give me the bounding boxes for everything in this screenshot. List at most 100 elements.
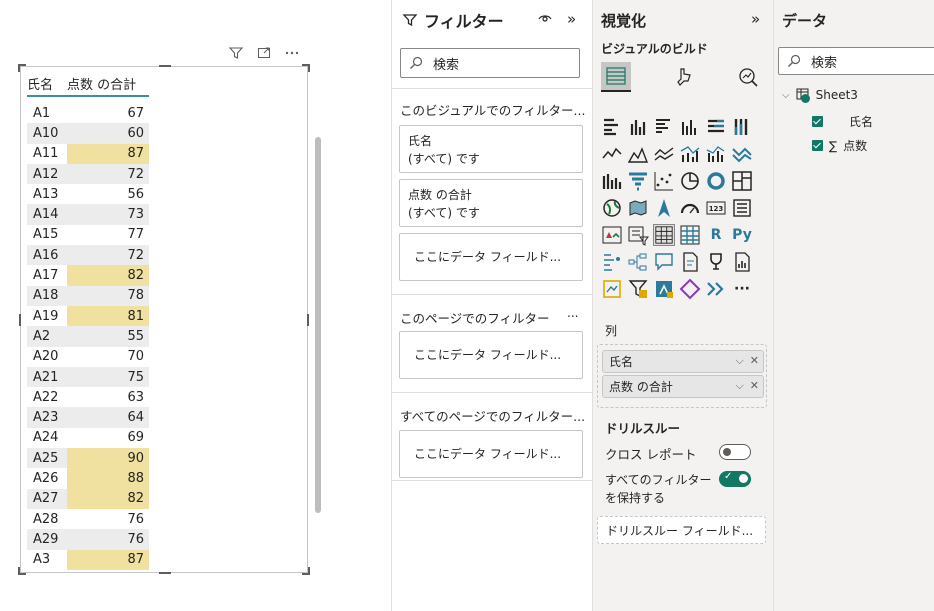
field-pill-score[interactable]: 点数 の合計 ⌵ ✕ bbox=[602, 375, 764, 398]
table-row[interactable]: A10 60 bbox=[27, 123, 149, 144]
slicer-icon[interactable] bbox=[627, 224, 649, 246]
ribbon-chart-icon[interactable] bbox=[731, 143, 753, 165]
more-options-icon[interactable] bbox=[284, 45, 300, 61]
map-icon[interactable] bbox=[601, 197, 623, 219]
power-automate-icon[interactable] bbox=[627, 278, 649, 300]
all-pages-filter-drop-zone[interactable]: ここにデータ フィールド... bbox=[399, 430, 583, 478]
column-header-score[interactable]: 点数 の合計 bbox=[67, 74, 136, 93]
table-row[interactable]: A11 87 bbox=[27, 143, 149, 164]
custom-visual-icon[interactable] bbox=[653, 278, 675, 300]
field-pill-name[interactable]: 氏名 ⌵ ✕ bbox=[602, 350, 764, 373]
table-row[interactable]: A1 67 bbox=[27, 103, 149, 123]
multirow-card-icon[interactable] bbox=[731, 197, 753, 219]
pie-icon[interactable] bbox=[679, 170, 701, 192]
100pct-bar-icon[interactable] bbox=[705, 116, 727, 138]
table-row[interactable]: A3 87 bbox=[27, 549, 149, 570]
table-node-sheet3[interactable]: ⌵ Sheet3 bbox=[782, 88, 858, 103]
drillthrough-field-well[interactable]: ドリルスルー フィールド... bbox=[597, 516, 766, 544]
stacked-area-icon[interactable] bbox=[653, 143, 675, 165]
diamond-visual-icon[interactable] bbox=[679, 278, 701, 300]
stacked-bar-icon[interactable] bbox=[601, 116, 623, 138]
donut-icon[interactable] bbox=[705, 170, 727, 192]
table-row[interactable]: A26 88 bbox=[27, 468, 149, 489]
columns-well[interactable]: 氏名 ⌵ ✕ 点数 の合計 ⌵ ✕ bbox=[597, 344, 767, 408]
table-row[interactable]: A2 55 bbox=[27, 326, 149, 347]
resize-handle-bl-v[interactable] bbox=[18, 567, 20, 575]
table-row[interactable]: A18 78 bbox=[27, 285, 149, 306]
resize-handle-bottom[interactable] bbox=[159, 572, 171, 574]
analytics-tab-icon[interactable] bbox=[733, 62, 763, 92]
kpi-icon[interactable] bbox=[601, 224, 623, 246]
chevron-down-icon[interactable]: ⌵ bbox=[735, 354, 743, 368]
clustered-bar-icon[interactable] bbox=[653, 116, 675, 138]
keep-filters-toggle[interactable]: ✓ bbox=[719, 471, 751, 487]
resize-handle-top[interactable] bbox=[159, 65, 171, 67]
table-row[interactable]: A13 56 bbox=[27, 184, 149, 204]
paginated-report-icon[interactable] bbox=[731, 251, 753, 273]
resize-handle-right[interactable] bbox=[307, 314, 309, 326]
r-visual-icon[interactable]: R bbox=[705, 224, 727, 246]
field-checkbox[interactable] bbox=[812, 116, 823, 127]
collapse-filters-icon[interactable]: » bbox=[567, 10, 576, 28]
eye-icon[interactable] bbox=[537, 11, 553, 28]
resize-handle-tl-v[interactable] bbox=[18, 64, 20, 72]
close-icon[interactable]: ✕ bbox=[750, 354, 759, 368]
focus-mode-icon[interactable] bbox=[256, 45, 272, 61]
100pct-column-icon[interactable] bbox=[731, 116, 753, 138]
line-chart-icon[interactable] bbox=[601, 143, 623, 165]
table-row[interactable]: A25 90 bbox=[27, 448, 149, 469]
azure-map-icon[interactable] bbox=[653, 197, 675, 219]
build-visual-tab-icon[interactable] bbox=[601, 62, 631, 92]
table-row[interactable]: A23 64 bbox=[27, 407, 149, 428]
page-filters-more-icon[interactable]: ... bbox=[567, 306, 578, 320]
treemap-icon[interactable] bbox=[731, 170, 753, 192]
resize-handle-tr-v[interactable] bbox=[308, 64, 310, 72]
filter-card-name[interactable]: 氏名 (すべて) です bbox=[399, 125, 583, 173]
goals-icon[interactable] bbox=[705, 251, 727, 273]
table-row[interactable]: A17 82 bbox=[27, 265, 149, 286]
filter-search-input[interactable]: 検索 bbox=[400, 48, 580, 78]
resize-handle-left[interactable] bbox=[19, 314, 21, 326]
card-icon[interactable]: 123 bbox=[705, 197, 727, 219]
field-name[interactable]: 氏名 bbox=[812, 113, 873, 130]
python-visual-icon[interactable]: Py bbox=[731, 224, 753, 246]
line-clustered-column-icon[interactable] bbox=[705, 143, 727, 165]
qna-icon[interactable] bbox=[653, 251, 675, 273]
filter-icon[interactable] bbox=[228, 45, 244, 61]
field-checkbox[interactable] bbox=[812, 140, 823, 151]
key-influencers-icon[interactable] bbox=[601, 251, 623, 273]
close-icon[interactable]: ✕ bbox=[750, 379, 759, 393]
decomposition-tree-icon[interactable] bbox=[627, 251, 649, 273]
page-filter-drop-zone[interactable]: ここにデータ フィールド... bbox=[399, 331, 583, 379]
chevron-visual-icon[interactable] bbox=[705, 278, 727, 300]
table-row[interactable]: A20 70 bbox=[27, 347, 149, 367]
chevron-down-icon[interactable]: ⌵ bbox=[735, 379, 743, 393]
stacked-column-icon[interactable] bbox=[627, 116, 649, 138]
table-row[interactable]: A19 81 bbox=[27, 305, 149, 327]
power-apps-icon[interactable] bbox=[601, 278, 623, 300]
smart-narrative-icon[interactable] bbox=[679, 251, 701, 273]
table-row[interactable]: A24 69 bbox=[27, 428, 149, 448]
table-row[interactable]: A12 72 bbox=[27, 163, 149, 185]
table-row[interactable]: A27 82 bbox=[27, 488, 149, 509]
visual-filter-drop-zone[interactable]: ここにデータ フィールド... bbox=[399, 233, 583, 281]
table-row[interactable]: A22 63 bbox=[27, 387, 149, 407]
resize-handle-br-v[interactable] bbox=[308, 567, 310, 575]
waterfall-icon[interactable] bbox=[601, 170, 623, 192]
filled-map-icon[interactable] bbox=[627, 197, 649, 219]
table-row[interactable]: A28 76 bbox=[27, 509, 149, 529]
field-score[interactable]: ∑ 点数 bbox=[812, 137, 867, 154]
chevron-down-icon[interactable]: ⌵ bbox=[782, 90, 790, 101]
table-icon[interactable] bbox=[653, 224, 675, 246]
table-row[interactable]: A29 76 bbox=[27, 529, 149, 550]
cross-report-toggle[interactable] bbox=[719, 444, 751, 460]
line-column-icon[interactable] bbox=[679, 143, 701, 165]
table-row[interactable]: A16 72 bbox=[27, 245, 149, 266]
table-scrollbar[interactable] bbox=[315, 137, 321, 513]
gauge-icon[interactable] bbox=[679, 197, 701, 219]
table-row[interactable]: A15 77 bbox=[27, 225, 149, 245]
data-search-input[interactable]: 検索 bbox=[778, 47, 934, 75]
table-row[interactable]: A21 75 bbox=[27, 366, 149, 388]
filter-card-score[interactable]: 点数 の合計 (すべて) です bbox=[399, 179, 583, 227]
format-visual-tab-icon[interactable] bbox=[669, 62, 699, 92]
